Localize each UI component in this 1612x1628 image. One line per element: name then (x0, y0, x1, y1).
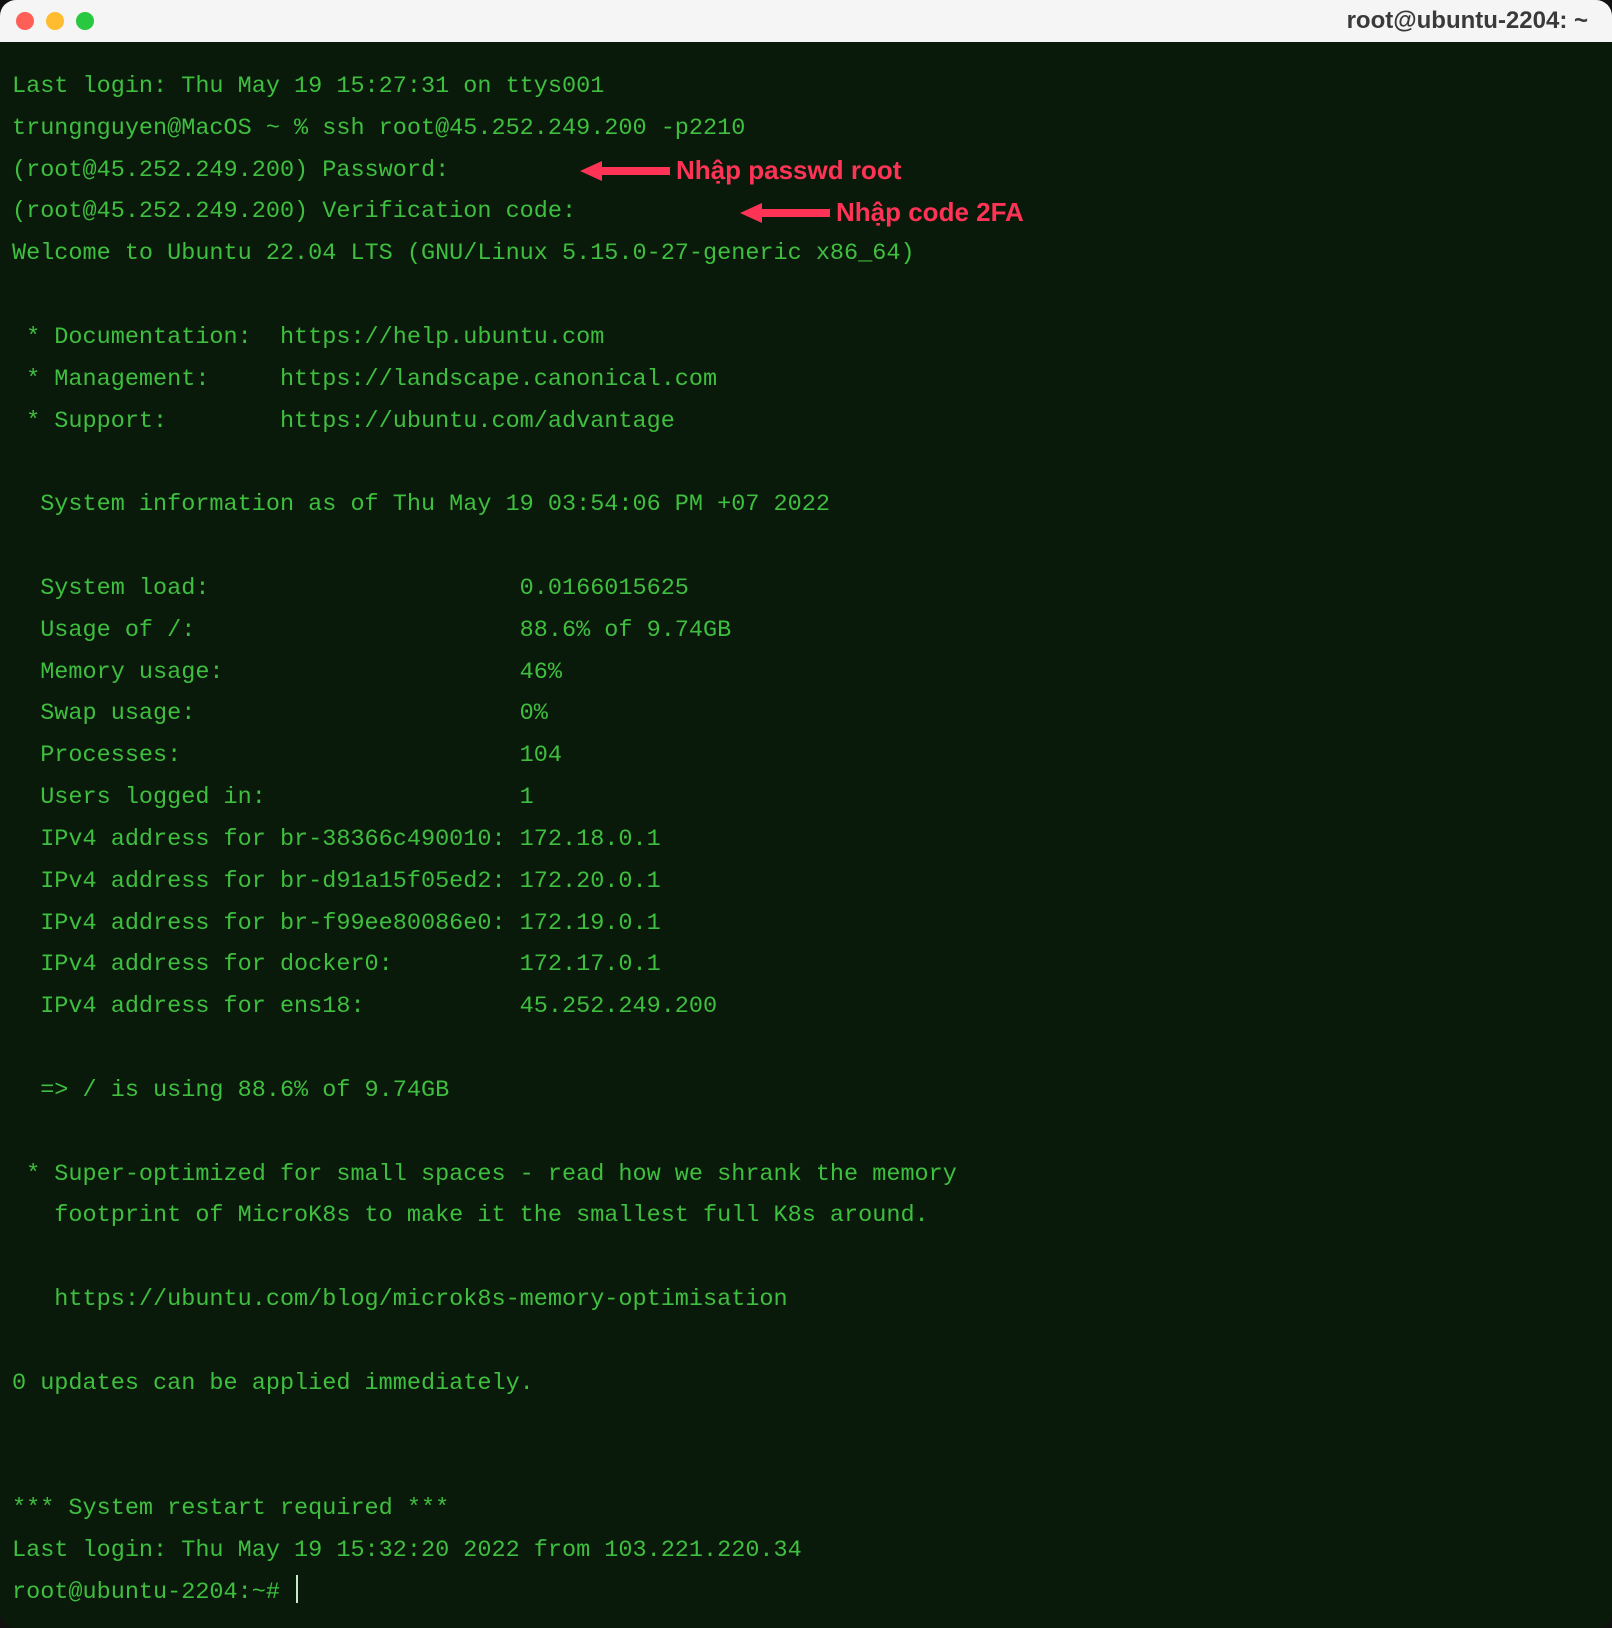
sysinfo-row: Swap usage: 0% (12, 700, 548, 727)
mgmt-link: * Management: https://landscape.canonica… (12, 366, 717, 393)
shell-prompt[interactable]: root@ubuntu-2204:~# (12, 1579, 298, 1606)
sysinfo-row: IPv4 address for br-d91a15f05ed2: 172.20… (12, 868, 661, 895)
titlebar: root@ubuntu-2204: ~ (0, 0, 1612, 42)
terminal-window: root@ubuntu-2204: ~ Last login: Thu May … (0, 0, 1612, 1628)
window-controls (16, 12, 94, 30)
window-title: root@ubuntu-2204: ~ (1347, 0, 1588, 42)
sysinfo-row: IPv4 address for docker0: 172.17.0.1 (12, 951, 661, 978)
minimize-icon[interactable] (46, 12, 64, 30)
cursor-icon (296, 1575, 298, 1603)
last-login-local: Last login: Thu May 19 15:27:31 on ttys0… (12, 73, 604, 100)
sysinfo-row: Processes: 104 (12, 742, 562, 769)
blurb-line: footprint of MicroK8s to make it the sma… (12, 1202, 929, 1229)
verification-prompt: (root@45.252.249.200) Verification code: (12, 198, 576, 225)
restart-required: *** System restart required *** (12, 1495, 449, 1522)
close-icon[interactable] (16, 12, 34, 30)
sysinfo-row: IPv4 address for br-38366c490010: 172.18… (12, 826, 661, 853)
terminal-body[interactable]: Last login: Thu May 19 15:27:31 on ttys0… (0, 42, 1612, 1626)
sysinfo-row: IPv4 address for br-f99ee80086e0: 172.19… (12, 910, 661, 937)
doc-link: * Documentation: https://help.ubuntu.com (12, 324, 604, 351)
sysinfo-header: System information as of Thu May 19 03:5… (12, 491, 830, 518)
sysinfo-row: IPv4 address for ens18: 45.252.249.200 (12, 993, 717, 1020)
ssh-command: trungnguyen@MacOS ~ % ssh root@45.252.24… (12, 115, 745, 142)
blurb-link: https://ubuntu.com/blog/microk8s-memory-… (12, 1286, 788, 1313)
updates-line: 0 updates can be applied immediately. (12, 1370, 534, 1397)
password-prompt: (root@45.252.249.200) Password: (12, 157, 449, 184)
sysinfo-row: Users logged in: 1 (12, 784, 534, 811)
welcome-banner: Welcome to Ubuntu 22.04 LTS (GNU/Linux 5… (12, 240, 915, 267)
sysinfo-row: System load: 0.0166015625 (12, 575, 689, 602)
sysinfo-row: Memory usage: 46% (12, 659, 562, 686)
zoom-icon[interactable] (76, 12, 94, 30)
sysinfo-row: Usage of /: 88.6% of 9.74GB (12, 617, 731, 644)
support-link: * Support: https://ubuntu.com/advantage (12, 408, 675, 435)
last-login-remote: Last login: Thu May 19 15:32:20 2022 fro… (12, 1537, 802, 1564)
blurb-line: * Super-optimized for small spaces - rea… (12, 1161, 957, 1188)
disk-usage-warning: => / is using 88.6% of 9.74GB (12, 1077, 449, 1104)
